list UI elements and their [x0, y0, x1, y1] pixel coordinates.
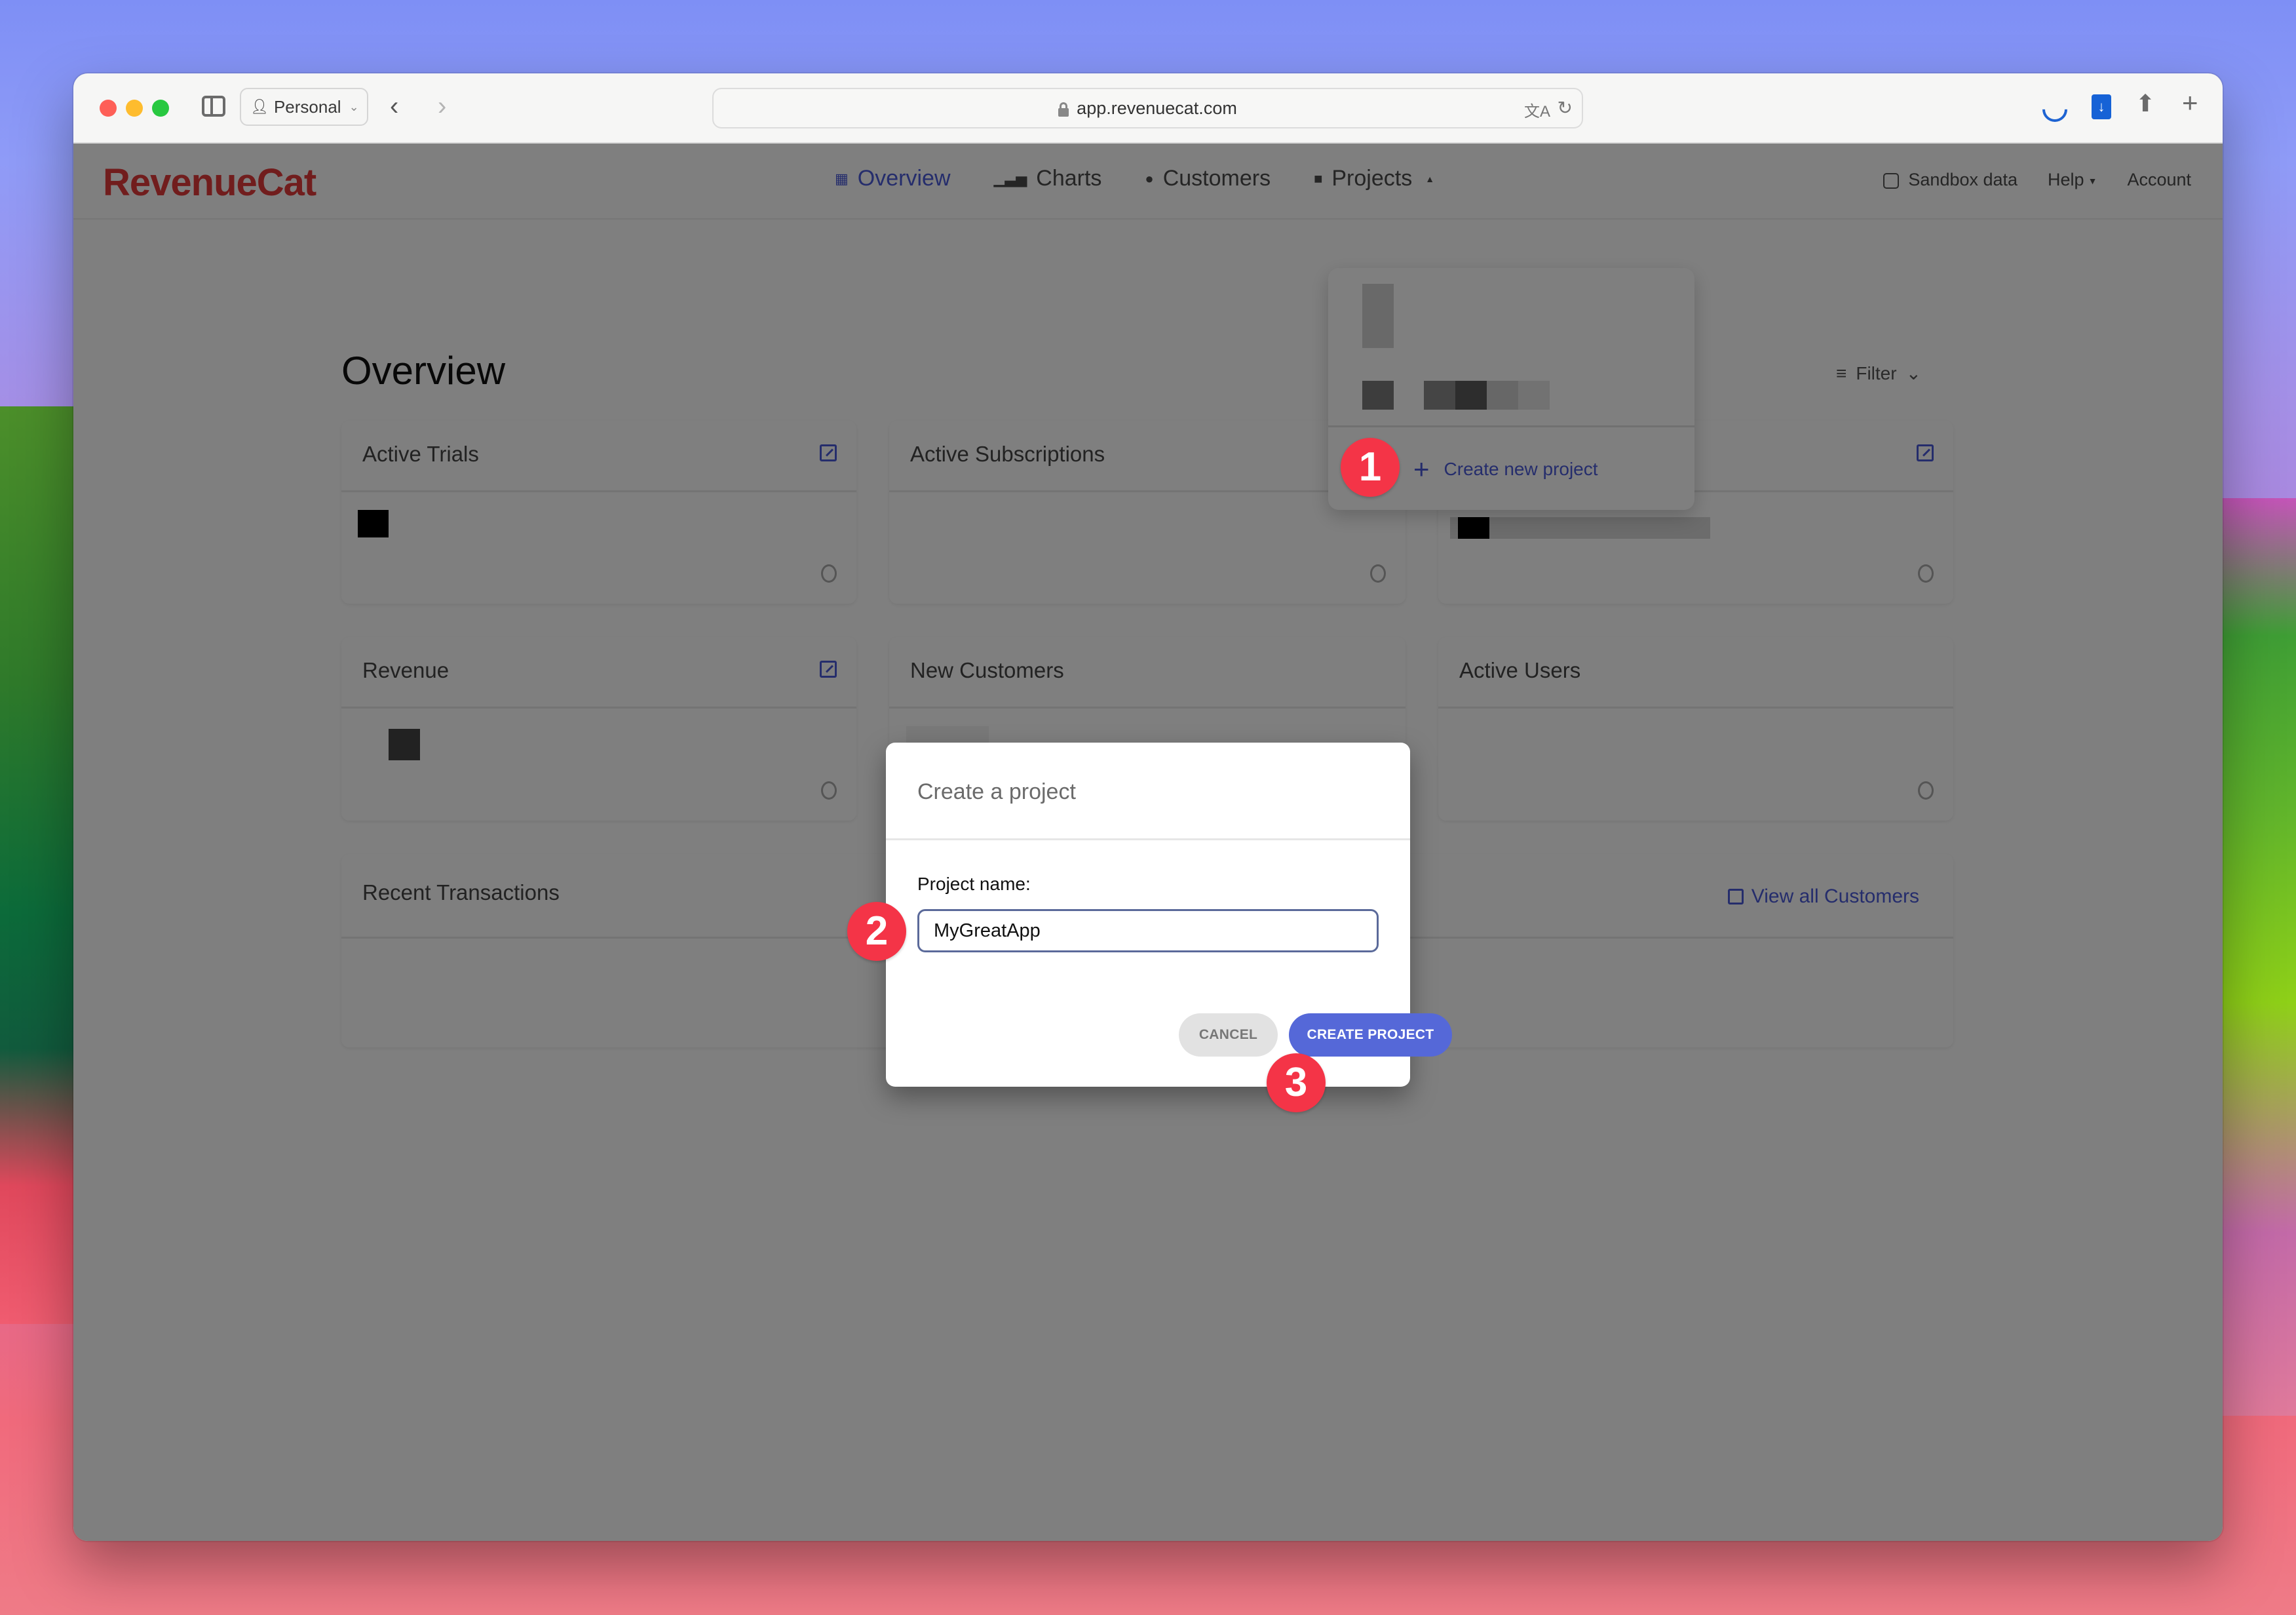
step-marker-3: 3	[1267, 1053, 1326, 1112]
bitwarden-extension-icon[interactable]: ↓	[2092, 94, 2111, 119]
app-content: RevenueCat ▦ Overview ▁▃▅ Charts ● Custo…	[73, 144, 2223, 1541]
cancel-button[interactable]: CANCEL	[1179, 1013, 1278, 1057]
forward-button[interactable]: ›	[438, 93, 446, 119]
profile-selector[interactable]: 👤︎ Personal ⌄	[240, 88, 368, 126]
zoom-window-button[interactable]	[152, 100, 169, 117]
project-name-input[interactable]	[917, 909, 1379, 952]
address-bar[interactable]: app.revenuecat.com 文A ↻	[712, 88, 1583, 128]
url-text: app.revenuecat.com	[1077, 98, 1237, 118]
sidebar-toggle-icon[interactable]	[202, 96, 225, 117]
browser-window: 👤︎ Personal ⌄ ‹ › app.revenuecat.com 文A …	[73, 73, 2223, 1541]
share-icon[interactable]: ⬆︎	[2135, 92, 2155, 115]
modal-title: Create a project	[917, 779, 1076, 804]
reload-icon[interactable]: ↻	[1558, 97, 1573, 119]
person-icon: 👤︎	[250, 98, 269, 115]
new-tab-button[interactable]: +	[2182, 89, 2198, 117]
lock-icon	[1058, 102, 1069, 117]
minimize-window-button[interactable]	[126, 100, 143, 117]
close-window-button[interactable]	[100, 100, 117, 117]
chevron-down-icon: ⌄	[349, 100, 359, 113]
modal-header: Create a project	[886, 743, 1410, 840]
browser-toolbar: 👤︎ Personal ⌄ ‹ › app.revenuecat.com 文A …	[73, 73, 2223, 144]
step-marker-2: 2	[847, 902, 906, 961]
step-marker-1: 1	[1341, 438, 1400, 497]
profile-label: Personal	[273, 96, 341, 117]
project-name-label: Project name:	[917, 874, 1031, 894]
loading-spinner-icon	[2037, 92, 2073, 127]
back-button[interactable]: ‹	[390, 93, 398, 119]
translate-icon[interactable]: 文A	[1524, 98, 1550, 121]
create-project-modal: Create a project Project name: CANCEL CR…	[886, 743, 1452, 1087]
create-project-button[interactable]: CREATE PROJECT	[1289, 1013, 1452, 1057]
